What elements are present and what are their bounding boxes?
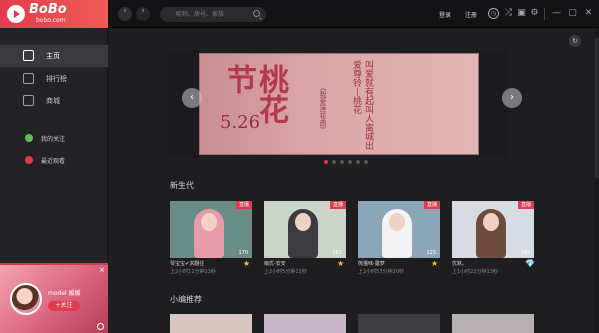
level-badge-icon: ★ [431,259,439,268]
live-badge: 直播 [517,201,534,209]
sidebar-item-shop[interactable]: 商城 [0,90,108,112]
main-content: ↻ 桃花节 5.26 《我爱莲花曲》 叫爱就有起叫人离城出爱尊铃丨桃花 ‹ › … [109,28,599,333]
history-icon[interactable]: ◷ [488,8,499,19]
live-badge: 直播 [423,201,440,209]
brand-logo-area[interactable]: BoBo bobo.com [0,0,108,28]
maximize-icon[interactable]: ▢ [567,8,578,19]
follow-button[interactable]: +关注 [48,301,80,311]
title-bar: BoBo bobo.com ‹ › 昵称、房号、家族 登录 注册 ◷ ⤮ ▣ ⚙… [0,0,599,28]
sidebar-item-label: 排行榜 [46,75,67,83]
streamer-image [382,209,412,258]
section-title-new-gen: 新生代 [170,181,194,190]
stream-duration: 上1小时22分钟13秒 [452,269,498,275]
level-badge-icon: ★ [243,259,251,268]
ranking-icon [23,73,34,84]
minimize-icon[interactable]: — [551,8,562,19]
back-icon: ‹ [123,6,127,16]
sidebar-item-label: 我的关注 [41,136,66,143]
card-thumbnail[interactable] [264,314,346,333]
card-thumbnail[interactable] [358,314,440,333]
viewer-count: 170 [238,250,248,256]
sidebar-item-label: 商城 [46,97,60,105]
viewer-count: 125 [426,250,436,256]
sidebar-item-label: 最近观看 [41,158,66,165]
forward-button[interactable]: › [136,6,150,21]
banner-date: 5.26 [220,112,261,133]
search-input[interactable]: 昵称、房号、家族 [160,7,266,22]
host-name: model 媛媛 [48,290,81,297]
login-link[interactable]: 登录 [439,10,451,19]
home-icon [23,50,34,61]
sidebar-item-recent[interactable]: 最近观看 [0,152,108,170]
search-icon[interactable] [253,10,260,17]
recent-icon [25,156,33,164]
banner-next-button[interactable]: › [502,88,522,108]
carousel-dot[interactable] [324,160,328,164]
follow-icon [25,134,33,142]
back-button[interactable]: ‹ [118,6,132,21]
viewer-count: 145 [520,250,530,256]
card-thumbnail[interactable] [452,314,534,333]
carousel-dot[interactable] [340,160,344,164]
shuffle-icon[interactable]: ⤮ [503,8,514,19]
banner-carousel[interactable]: 桃花节 5.26 《我爱莲花曲》 叫爱就有起叫人离城出爱尊铃丨桃花 [199,53,479,155]
streamer-name[interactable]: 熊猫咪-露梦 [358,260,385,267]
scrollbar[interactable] [595,28,599,333]
scrollbar-thumb[interactable] [595,38,599,178]
sidebar-item-label: 主页 [46,52,60,60]
forward-icon: › [141,6,145,16]
stream-duration: 上2小时5分钟11秒 [264,269,307,275]
level-badge-icon: ★ [337,259,345,268]
carousel-dot[interactable] [348,160,352,164]
settings-icon[interactable]: ⚙ [529,8,540,19]
card-thumbnail[interactable]: 直播 125 [358,201,440,258]
sidebar-item-ranking[interactable]: 排行榜 [0,68,108,90]
divider [544,8,545,20]
streamer-name[interactable]: 琴宝宝✔求翻往 [170,260,204,267]
power-icon[interactable] [97,323,104,330]
close-icon[interactable]: × [99,266,105,274]
recommended-host-card[interactable]: × model 媛媛 +关注 [0,263,108,333]
section-title-editor-picks: 小编推荐 [170,295,202,304]
app-window: BoBo bobo.com ‹ › 昵称、房号、家族 登录 注册 ◷ ⤮ ▣ ⚙… [0,0,599,333]
close-icon[interactable]: ✕ [583,8,594,19]
banner-poem: 叫爱就有起叫人离城出爱尊铃丨桃花 [351,60,373,150]
card-thumbnail[interactable] [170,314,252,333]
card-thumbnail[interactable]: 直播 161 [264,201,346,258]
stream-duration: 上2小时53分钟20秒 [358,269,404,275]
brand-name: BoBo [29,2,67,17]
brand-domain: bobo.com [36,17,66,24]
logo-icon [7,5,25,23]
search-placeholder: 昵称、房号、家族 [176,11,225,18]
sidebar-item-following[interactable]: 我的关注 [0,130,108,148]
shop-icon [23,95,34,106]
banner-subtitle: 《我爱莲花曲》 [319,84,327,133]
refresh-icon[interactable]: ↻ [569,35,581,47]
card-thumbnail[interactable]: 直播 145 [452,201,534,258]
carousel-dot[interactable] [356,160,360,164]
streamer-image [194,209,224,258]
streamer-name[interactable]: 优默。 [452,260,467,267]
live-badge: 直播 [329,201,346,209]
streamer-image [476,209,506,258]
skin-icon[interactable]: ▣ [516,8,527,19]
sidebar-item-home[interactable]: 主页 [0,45,108,67]
carousel-dot[interactable] [364,160,368,164]
stream-duration: 上2小时11分钟13秒 [170,269,216,275]
banner-prev-button[interactable]: ‹ [182,88,202,108]
viewer-count: 161 [332,250,342,256]
streamer-name[interactable]: 萌优-安安 [264,260,286,267]
carousel-dot[interactable] [332,160,336,164]
register-link[interactable]: 注册 [465,10,477,19]
level-badge-icon: 💎 [525,259,535,268]
live-badge: 直播 [235,201,252,209]
avatar[interactable] [10,283,42,315]
streamer-image [288,209,318,258]
card-thumbnail[interactable]: 直播 170 [170,201,252,258]
